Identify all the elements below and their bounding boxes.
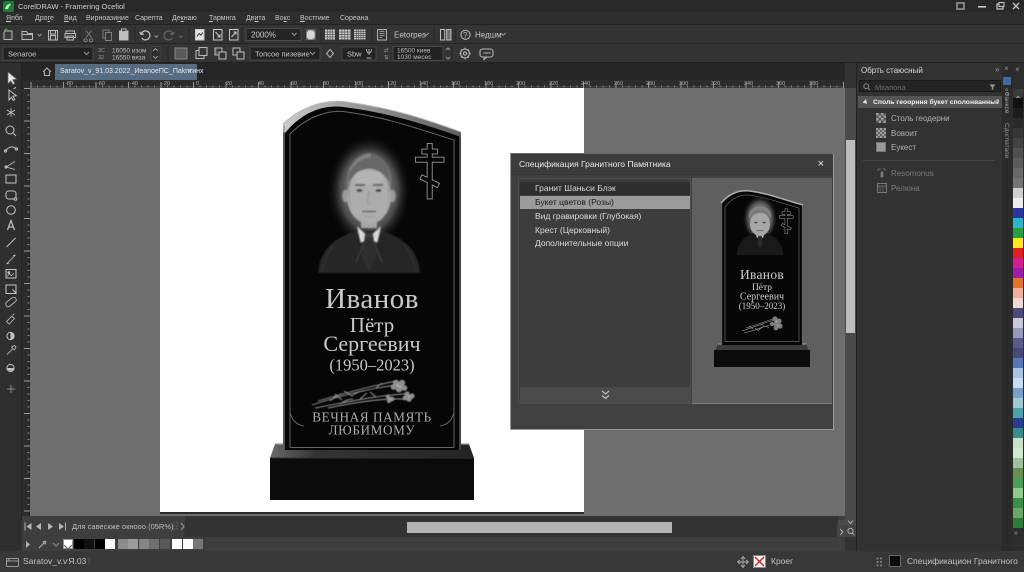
svg-text:16550 вяза: 16550 вяза [112, 55, 146, 62]
svg-text:Топсое пизевие: Топсое пизевие [255, 50, 310, 59]
svg-text:60: 60 [291, 81, 297, 87]
svg-text:Иванов: Иванов [325, 283, 419, 315]
svg-text:280: 280 [646, 81, 655, 87]
svg-text:(1950–2023): (1950–2023) [329, 356, 414, 375]
svg-text:1030 месес: 1030 месес [397, 54, 432, 61]
svg-text:-40: -40 [130, 81, 138, 87]
svg-text:20: 20 [226, 81, 232, 87]
svg-text:160: 160 [451, 81, 460, 87]
svg-text:Sbw: Sbw [347, 50, 362, 59]
svg-text:260: 260 [614, 81, 623, 87]
svg-text:80: 80 [323, 81, 329, 87]
svg-text:32: 32 [98, 55, 104, 61]
svg-text:(1950–2023): (1950–2023) [739, 301, 786, 311]
svg-text:3С: 3С [98, 48, 105, 54]
svg-text:120: 120 [387, 81, 396, 87]
svg-text:⇅: ⇅ [384, 55, 389, 61]
svg-text:Недшм: Недшм [475, 31, 502, 40]
svg-text:2000%: 2000% [251, 31, 276, 40]
svg-text:?: ? [463, 31, 468, 40]
svg-text:40: 40 [258, 81, 264, 87]
svg-text:Eetorpes: Eetorpes [394, 31, 426, 40]
svg-text:⇄: ⇄ [384, 47, 389, 54]
svg-text:220: 220 [549, 81, 558, 87]
svg-text:-80: -80 [65, 81, 73, 87]
svg-text:Senaroe: Senaroe [8, 50, 36, 59]
svg-text:200: 200 [516, 81, 525, 87]
svg-text:180: 180 [484, 81, 493, 87]
svg-text:340: 340 [744, 81, 753, 87]
svg-text:16050 изом: 16050 изом [112, 48, 147, 55]
svg-text:320: 320 [711, 81, 720, 87]
svg-text:Иванов: Иванов [740, 267, 784, 282]
svg-text:240: 240 [581, 81, 590, 87]
svg-text:Сергеевич: Сергеевич [323, 331, 420, 356]
svg-text:Б: Б [214, 50, 218, 56]
svg-text:-20: -20 [162, 81, 170, 87]
svg-text:0: 0 [196, 81, 199, 87]
svg-text:100: 100 [354, 81, 363, 87]
svg-text:ЛЮБИМОМУ: ЛЮБИМОМУ [329, 423, 416, 438]
svg-text:300: 300 [679, 81, 688, 87]
svg-text:380: 380 [809, 81, 818, 87]
svg-text:360: 360 [776, 81, 785, 87]
svg-text:-60: -60 [97, 81, 105, 87]
svg-text:140: 140 [419, 81, 428, 87]
